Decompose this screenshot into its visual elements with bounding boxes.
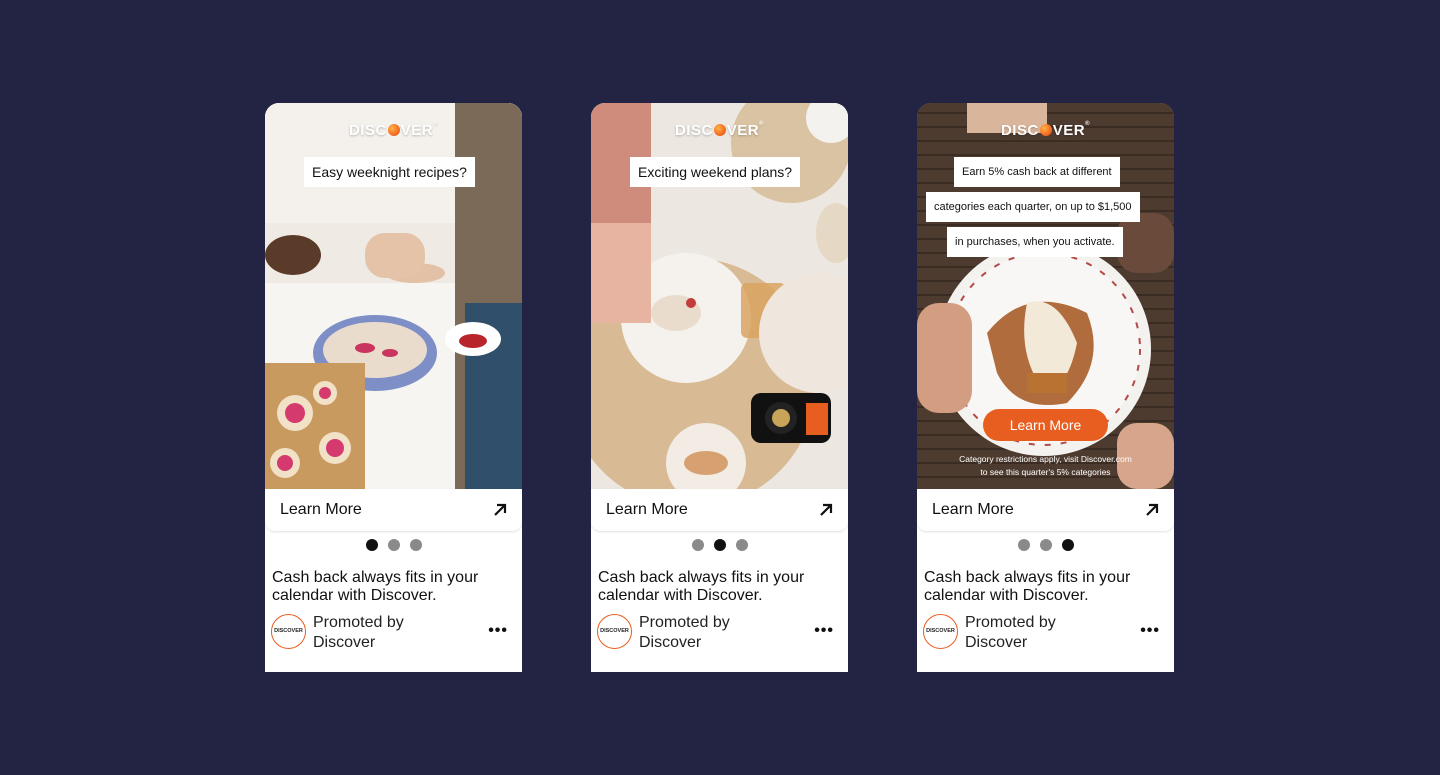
ad-photo-birthday[interactable]: DISC VER® Exciting weekend plans?	[591, 103, 848, 489]
discover-logo: DISC VER®	[1000, 121, 1091, 139]
carousel-dot-1[interactable]	[691, 539, 704, 551]
arrow-up-right-icon	[1146, 503, 1159, 516]
carousel-dot-1[interactable]	[365, 539, 378, 551]
promoted-by-text[interactable]: Promoted by Discover	[639, 613, 730, 653]
ad-caption-line-2: categories each quarter, on up to $1,500	[926, 192, 1140, 222]
carousel-dot-2[interactable]	[1039, 539, 1052, 551]
ad-caption: Easy weeknight recipes?	[304, 157, 475, 187]
ad-card-1[interactable]: DISC VER® Easy weeknight recipes? Learn M…	[265, 103, 522, 672]
ad-caption-line-1: Earn 5% cash back at different	[954, 157, 1120, 187]
carousel-dots[interactable]	[265, 539, 522, 551]
fineprint-line-2: to see this quarter's 5% categories	[980, 467, 1111, 477]
fineprint-line-1: Category restrictions apply, visit Disco…	[959, 454, 1132, 464]
promoted-by-text[interactable]: Promoted by Discover	[965, 613, 1056, 653]
arrow-up-right-icon	[494, 503, 507, 516]
carousel-dot-3[interactable]	[409, 539, 422, 551]
promoted-line-2: Discover	[313, 634, 376, 651]
more-options-icon[interactable]: •••	[814, 623, 834, 639]
ad-headline: Cash back always fits in your calendar w…	[598, 569, 805, 604]
carousel-dots[interactable]	[591, 539, 848, 551]
learn-more-cta-button[interactable]: Learn More	[983, 409, 1108, 441]
carousel-dot-1[interactable]	[1017, 539, 1030, 551]
promoted-by-text[interactable]: Promoted by Discover	[313, 613, 404, 653]
carousel-dot-3[interactable]	[735, 539, 748, 551]
carousel-dots[interactable]	[917, 539, 1174, 551]
promoted-line-2: Discover	[639, 634, 702, 651]
carousel-dot-3[interactable]	[1061, 539, 1074, 551]
learn-more-label: Learn More	[606, 501, 688, 518]
carousel-dot-2[interactable]	[713, 539, 726, 551]
fineprint-text: Category restrictions apply, visit Disco…	[917, 453, 1174, 479]
ad-headline: Cash back always fits in your calendar w…	[924, 569, 1131, 604]
promoted-line-2: Discover	[965, 634, 1028, 651]
learn-more-button[interactable]: Learn More	[265, 489, 522, 531]
discover-logo: DISC VER®	[348, 121, 439, 139]
learn-more-label: Learn More	[932, 501, 1014, 518]
learn-more-button[interactable]: Learn More	[917, 489, 1174, 531]
carousel-dot-2[interactable]	[387, 539, 400, 551]
more-options-icon[interactable]: •••	[1140, 623, 1160, 639]
discover-avatar[interactable]: DISCOVER	[597, 614, 632, 649]
ad-caption-line-3: in purchases, when you activate.	[947, 227, 1123, 257]
learn-more-button[interactable]: Learn More	[591, 489, 848, 531]
more-options-icon[interactable]: •••	[488, 623, 508, 639]
ad-headline: Cash back always fits in your calendar w…	[272, 569, 479, 604]
ad-photo-cooking[interactable]: DISC VER® Easy weeknight recipes?	[265, 103, 522, 489]
discover-avatar[interactable]: DISCOVER	[923, 614, 958, 649]
arrow-up-right-icon	[820, 503, 833, 516]
ad-photo-dessert[interactable]: DISC VER® Earn 5% cash back at different …	[917, 103, 1174, 489]
learn-more-label: Learn More	[280, 501, 362, 518]
ad-caption: Exciting weekend plans?	[630, 157, 801, 187]
discover-logo: DISC VER®	[674, 121, 765, 139]
ad-card-3[interactable]: DISC VER® Earn 5% cash back at different …	[917, 103, 1174, 672]
promoted-line-1: Promoted by	[639, 614, 730, 631]
discover-avatar[interactable]: DISCOVER	[271, 614, 306, 649]
ad-card-2[interactable]: DISC VER® Exciting weekend plans? Learn M…	[591, 103, 848, 672]
promoted-line-1: Promoted by	[965, 614, 1056, 631]
promoted-line-1: Promoted by	[313, 614, 404, 631]
